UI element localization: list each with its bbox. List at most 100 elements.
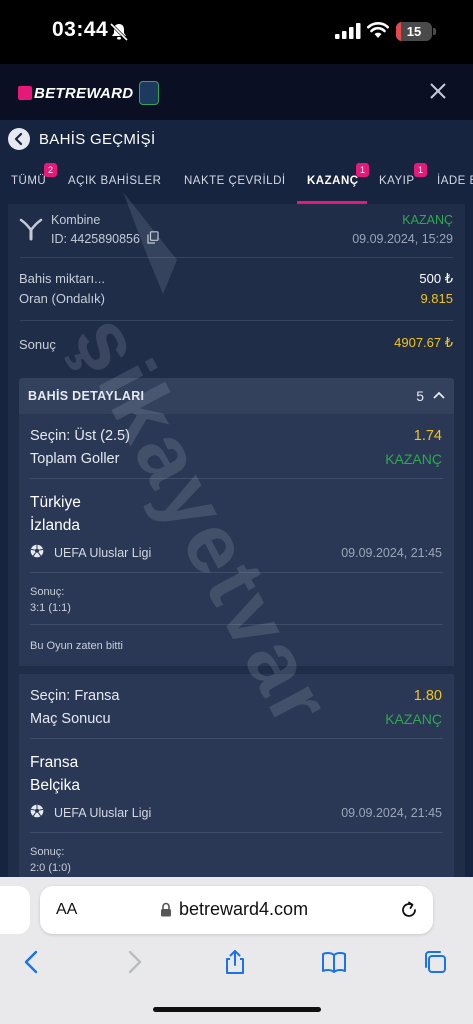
away-team: İzlanda [30, 517, 80, 534]
score-value: 3:1 (1:1) [30, 602, 71, 614]
browser-toolbar: AA betreward4.com [0, 877, 473, 1024]
divider [30, 832, 443, 833]
match-date: 09.09.2024, 21:45 [341, 806, 442, 820]
divider [20, 257, 453, 258]
home-team: Türkiye [30, 494, 81, 511]
tab-label: AÇIK BAHİSLER [68, 175, 162, 187]
selection-market: Maç Sonucu [30, 711, 111, 727]
tab-all[interactable]: TÜMÜ [11, 175, 46, 187]
tab-refund[interactable]: İADE E [437, 175, 473, 187]
tab-open-bets[interactable]: AÇIK BAHİSLER [68, 175, 161, 187]
tab-label: TÜMÜ [11, 175, 47, 187]
divider [30, 624, 443, 625]
page-title: BAHİS GEÇMİŞİ [39, 131, 156, 148]
battery-percent: 15 [406, 24, 422, 39]
bet-details-title: BAHİS DETAYLARI [28, 389, 145, 403]
brand-logo[interactable]: BETREWARD [18, 81, 160, 105]
tab-badge: 2 [44, 163, 57, 177]
address-bar[interactable]: AA betreward4.com [40, 886, 433, 934]
football-icon [30, 804, 44, 818]
status-bar: 03:44 15 [0, 0, 473, 64]
divider [30, 478, 443, 479]
url-text[interactable]: betreward4.com [179, 899, 308, 920]
tab-label: KAYIP [379, 175, 415, 187]
bet-id: ID: 4425890856 [51, 232, 140, 246]
selection-status: KAZANÇ [385, 451, 442, 467]
brand-badge-icon [139, 81, 160, 105]
bet-details-header[interactable]: BAHİS DETAYLARI 5 [19, 378, 454, 414]
football-icon [30, 544, 44, 558]
tab-badge: 1 [356, 163, 369, 177]
match-note: Bu Oyun zaten bitti [30, 640, 123, 652]
score-label: Sonuç: [30, 586, 65, 598]
selection-card: Seçin: Üst (2.5) 1.74 Toplam Goller KAZA… [19, 414, 454, 666]
league-name: UEFA Uluslar Ligi [54, 806, 152, 820]
wifi-icon [367, 22, 389, 38]
battery-indicator: 15 [396, 22, 432, 41]
brand-name: BETREWARD [34, 84, 134, 102]
selection-pick-label: Seçin: [30, 688, 71, 704]
divider [30, 738, 443, 739]
share-icon[interactable] [222, 949, 248, 975]
previous-tab-peek[interactable] [0, 886, 30, 934]
selection-count: 5 [416, 388, 424, 404]
bet-type: Kombine [51, 213, 101, 227]
selection-pick-value: Üst (2.5) [74, 428, 130, 444]
result-label: Sonuç [19, 337, 56, 352]
back-icon[interactable] [19, 949, 45, 975]
tab-label: İADE E [437, 175, 473, 187]
tab-label: KAZANÇ [307, 175, 359, 187]
bet-date: 09.09.2024, 15:29 [352, 232, 453, 246]
tab-label: NAKTE ÇEVRİLDİ [184, 175, 286, 187]
divider [30, 572, 443, 573]
selection-market: Toplam Goller [30, 451, 120, 467]
chevron-left-icon [14, 132, 23, 146]
match-date: 09.09.2024, 21:45 [341, 546, 442, 560]
tab-won[interactable]: KAZANÇ [307, 175, 359, 187]
back-button[interactable] [8, 128, 30, 150]
home-indicator [153, 1007, 321, 1012]
divider [20, 320, 453, 321]
battery-cap [433, 28, 436, 35]
selection-odds: 1.74 [413, 428, 442, 444]
bet-card: Kombine ID: 4425890856 KAZANÇ 09.09.2024… [8, 204, 465, 877]
status-time: 03:44 [52, 18, 109, 41]
stake-value: 500 ₺ [419, 271, 453, 286]
home-team: Fransa [30, 754, 79, 771]
forward-icon[interactable] [121, 949, 147, 975]
close-icon[interactable] [428, 81, 448, 101]
result-value: 4907.67 ₺ [394, 335, 453, 350]
chevron-up-icon[interactable] [433, 391, 445, 399]
lock-icon [161, 902, 171, 917]
combo-bet-icon [19, 218, 43, 241]
tab-badge: 1 [414, 163, 427, 177]
selection-pick-label: Seçin: [30, 428, 71, 444]
brand-mark-icon [18, 86, 32, 100]
selection-status: KAZANÇ [385, 711, 442, 727]
reader-settings-button[interactable]: AA [56, 901, 77, 919]
copy-icon[interactable] [147, 231, 159, 244]
score-label: Sonuç: [30, 846, 65, 858]
cellular-signal-icon [335, 23, 361, 39]
bell-slash-icon [109, 22, 129, 42]
odds-value: 9.815 [420, 291, 453, 306]
selection-odds: 1.80 [413, 688, 442, 704]
bet-history-content[interactable]: Kombine ID: 4425890856 KAZANÇ 09.09.2024… [0, 204, 473, 877]
selection-pick-value: Fransa [74, 688, 120, 704]
tab-lost[interactable]: KAYIP [379, 175, 415, 187]
score-value: 2:0 (1:0) [30, 862, 71, 874]
tabs-icon[interactable] [422, 949, 448, 975]
selection-card: Seçin: Fransa 1.80 Maç Sonucu KAZANÇ Fra… [19, 674, 454, 877]
app-header: BETREWARD [0, 64, 473, 120]
tab-cashed-out[interactable]: NAKTE ÇEVRİLDİ [184, 175, 286, 187]
selection-pick: Seçin: Üst (2.5) [30, 428, 130, 444]
stake-label: Bahis miktarı... [19, 271, 105, 286]
bet-status: KAZANÇ [402, 213, 453, 227]
odds-label: Oran (Ondalık) [19, 291, 105, 306]
selection-pick: Seçin: Fransa [30, 688, 119, 704]
away-team: Belçika [30, 777, 80, 794]
league-name: UEFA Uluslar Ligi [54, 546, 152, 560]
filter-tabs: TÜMÜ 2 AÇIK BAHİSLER NAKTE ÇEVRİLDİ KAZA… [0, 162, 473, 204]
bookmarks-icon[interactable] [321, 949, 347, 975]
reload-icon[interactable] [399, 900, 419, 920]
